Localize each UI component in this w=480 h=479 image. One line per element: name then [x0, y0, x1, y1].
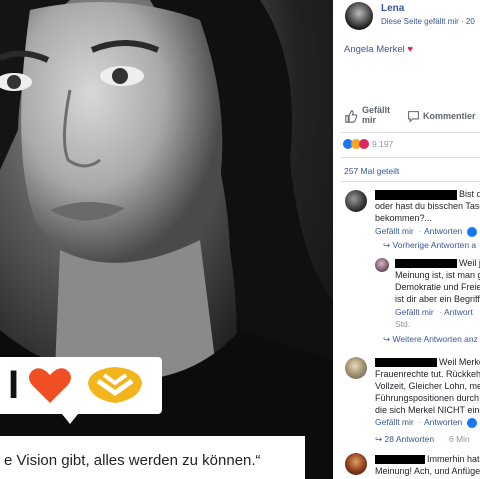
reactions-divider	[341, 157, 480, 158]
previous-replies-link[interactable]: ↪ Vorherige Antworten a	[383, 240, 476, 251]
comment-time: Std.	[395, 319, 411, 329]
post-author[interactable]: Lena	[381, 3, 404, 14]
commenter-avatar[interactable]	[345, 190, 367, 212]
comment-like-link[interactable]: Gefällt mir	[395, 307, 434, 317]
replies-count-link[interactable]: ↪ 28 Antworten	[375, 434, 434, 445]
comment-line: Weil Merke	[439, 357, 480, 367]
heart-icon	[29, 368, 71, 403]
comment-icon	[408, 111, 419, 123]
love-reaction-icon	[359, 139, 369, 149]
comment-line: ist dir aber ein Begriff,	[395, 294, 480, 304]
comment: Bist d oder hast du bisschen Tasc bekomm…	[333, 186, 480, 248]
heart-emoji-icon: ♥	[407, 44, 414, 55]
comment-dot: ·	[439, 307, 442, 317]
i-love-bubble: I	[0, 357, 162, 414]
comment: Immerhin hat L Meinung! Ach, und Anfügen	[333, 450, 480, 479]
quote-text: e Vision gibt, alles werden zu können.“	[4, 452, 261, 469]
shares-divider	[341, 181, 480, 182]
bubble-tail	[62, 414, 78, 424]
commenter-name-redacted	[375, 455, 425, 464]
comment-line: Frauenrechte tut. Rückkehr	[375, 369, 480, 379]
comment-line: oder hast du bisschen Tasc	[375, 201, 480, 211]
comment-reply-link[interactable]: Antworten	[424, 226, 462, 236]
commenter-name-redacted	[375, 190, 457, 200]
post-text-content: Angela Merkel	[344, 44, 405, 55]
comment-line: Meinung ist, ist man gl	[395, 270, 480, 280]
shares-count[interactable]: 257 Mal geteilt	[344, 166, 399, 176]
replies-count-label: 28 Antworten	[384, 434, 435, 444]
like-label: Gefällt mir	[362, 105, 391, 125]
comment-dot: ·	[419, 226, 422, 236]
comment-line: Weil j	[459, 258, 480, 268]
union-logo-icon	[88, 367, 142, 403]
commenter-avatar[interactable]	[345, 357, 367, 379]
page-avatar[interactable]	[345, 2, 373, 30]
reply-arrow-icon: ↪	[383, 240, 391, 250]
comment-button[interactable]: Kommentier	[405, 105, 480, 127]
comment-line: Führungspositionen durch G	[375, 393, 480, 403]
comment-line: Vollzeit, Gleicher Lohn, meh	[375, 381, 480, 391]
comments-panel: Lena Diese Seite gefällt mir · 20 Angela…	[333, 0, 480, 479]
reply-arrow-icon: ↪	[375, 434, 383, 444]
comment-reply-link[interactable]: Antworten	[424, 417, 462, 427]
like-reaction-icon	[467, 227, 477, 237]
thumbs-up-icon	[345, 110, 358, 123]
reactions-summary[interactable]: 9.197	[343, 138, 423, 152]
like-button[interactable]: Gefällt mir	[343, 105, 405, 127]
comment: Weil Merke Frauenrechte tut. Rückkehr Vo…	[333, 354, 480, 434]
i-letter: I	[8, 363, 20, 407]
comment-label: Kommentier	[423, 111, 476, 121]
reply-arrow-icon: ↪	[383, 334, 391, 344]
comment-line: Demokratie und Freie	[395, 282, 480, 292]
comment-line: bekommen?...	[375, 213, 433, 223]
comment-reply-link[interactable]: Antwort	[444, 307, 473, 317]
actions-divider	[341, 132, 480, 133]
commenter-avatar[interactable]	[345, 453, 367, 475]
comment-time: 6 Min	[449, 434, 470, 444]
more-replies-label: Weitere Antworten anz	[392, 334, 478, 344]
comment-like-link[interactable]: Gefällt mir	[375, 226, 414, 236]
comment-line: Immerhin hat L	[427, 454, 480, 464]
comment-dot: ·	[419, 417, 422, 427]
comment-reply: Weil j Meinung ist, ist man gl Demokrati…	[333, 254, 480, 340]
quote-banner: e Vision gibt, alles werden zu können.“	[0, 436, 305, 479]
comment-line: Bist d	[459, 189, 480, 199]
comment-line: die sich Merkel NICHT einse	[375, 405, 480, 415]
like-reaction-icon	[467, 418, 477, 428]
post-meta[interactable]: Diese Seite gefällt mir · 20	[381, 17, 475, 26]
comment-line: Meinung! Ach, und Anfügen	[375, 466, 480, 476]
commenter-name-redacted	[395, 259, 457, 268]
more-replies-link[interactable]: ↪ Weitere Antworten anz	[383, 334, 478, 345]
comment-like-link[interactable]: Gefällt mir	[375, 417, 414, 427]
previous-replies-label: Vorherige Antworten a	[392, 240, 477, 250]
commenter-name-redacted	[375, 358, 437, 367]
reactions-count: 9.197	[372, 139, 394, 149]
post-text[interactable]: Angela Merkel ♥	[344, 44, 413, 55]
commenter-avatar[interactable]	[375, 258, 389, 272]
